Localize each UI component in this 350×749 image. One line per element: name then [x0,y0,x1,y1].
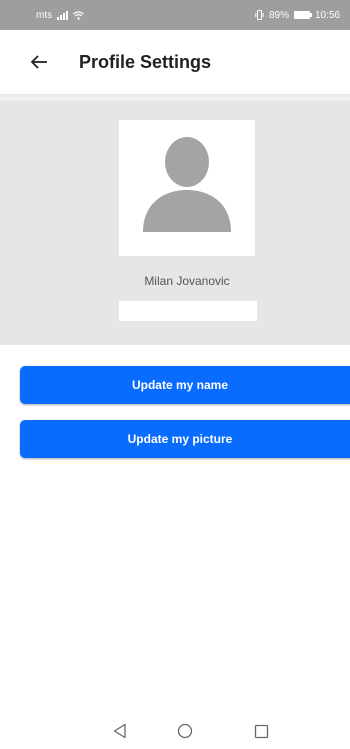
page-title: Profile Settings [79,51,212,72]
back-button[interactable] [19,42,59,82]
carrier-label: mts [36,9,53,21]
person-silhouette-icon [143,137,231,232]
navigation-bar [0,713,350,749]
battery-percent: 89% [268,9,289,21]
battery-icon [293,11,312,19]
app-bar: Profile Settings [0,30,350,94]
nav-recents-icon [254,724,268,738]
nav-back-button[interactable] [105,716,135,746]
profile-settings-screen: mts 89% 10:56 Profile Settings Milan Jov… [0,0,350,749]
name-field[interactable] [119,301,257,321]
avatar[interactable] [119,120,255,256]
vibrate-icon [255,10,264,20]
arrow-left-icon [30,55,47,69]
status-right: 89% 10:56 [255,10,340,21]
status-left: mts [36,10,84,21]
profile-name: Milan Jovanovic [144,274,230,288]
update-name-button[interactable]: Update my name [20,366,350,404]
status-bar: mts 89% 10:56 [0,0,350,30]
status-time: 10:56 [314,9,340,21]
signal-icon [57,10,69,20]
wifi-icon [73,10,84,20]
profile-panel: Milan Jovanovic [0,100,350,345]
update-picture-button[interactable]: Update my picture [20,420,350,458]
nav-back-icon [113,723,126,739]
nav-recents-button[interactable] [246,716,276,746]
nav-home-button[interactable] [170,716,200,746]
nav-home-icon [177,723,193,739]
